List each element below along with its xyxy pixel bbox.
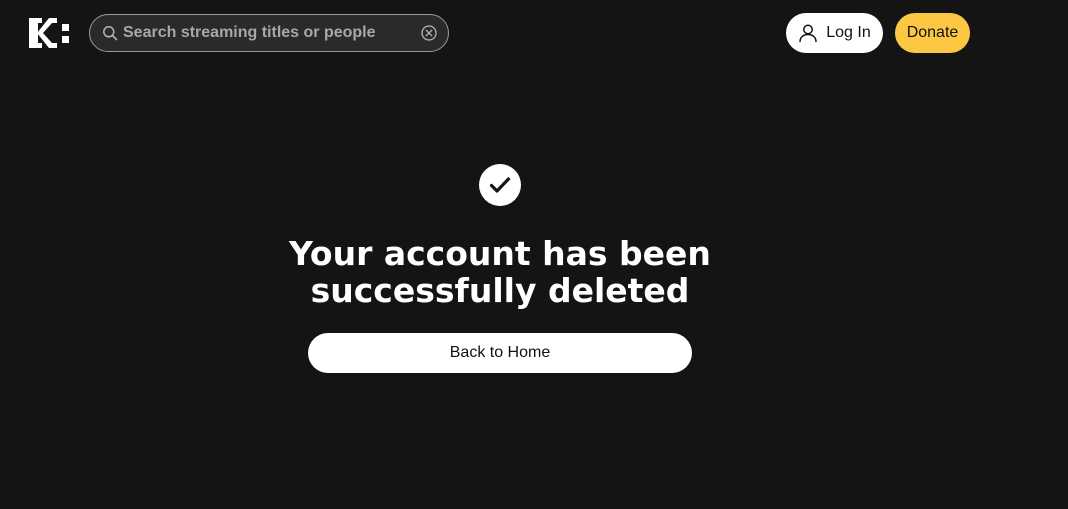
search-icon	[103, 26, 118, 41]
search-input[interactable]	[123, 24, 420, 42]
check-icon	[489, 177, 511, 193]
donate-button[interactable]: Donate	[895, 13, 970, 53]
donate-label: Donate	[906, 24, 959, 41]
back-to-home-label: Back to Home	[449, 344, 551, 361]
site-logo[interactable]	[29, 16, 71, 50]
clear-icon	[421, 25, 437, 41]
login-label: Log In	[826, 24, 871, 41]
back-to-home-button[interactable]: Back to Home	[308, 333, 692, 373]
headline-line-1: Your account has been	[289, 234, 711, 273]
user-icon	[799, 24, 817, 43]
clear-search-button[interactable]	[420, 24, 438, 42]
headline-line-2: successfully deleted	[310, 271, 690, 310]
login-button[interactable]: Log In	[786, 13, 883, 53]
search-bar	[89, 14, 449, 52]
page: Log In Donate Your account has been succ…	[0, 0, 1068, 509]
success-badge	[479, 164, 521, 206]
success-headline: Your account has been successfully delet…	[250, 235, 750, 309]
logo-icon	[29, 18, 69, 48]
